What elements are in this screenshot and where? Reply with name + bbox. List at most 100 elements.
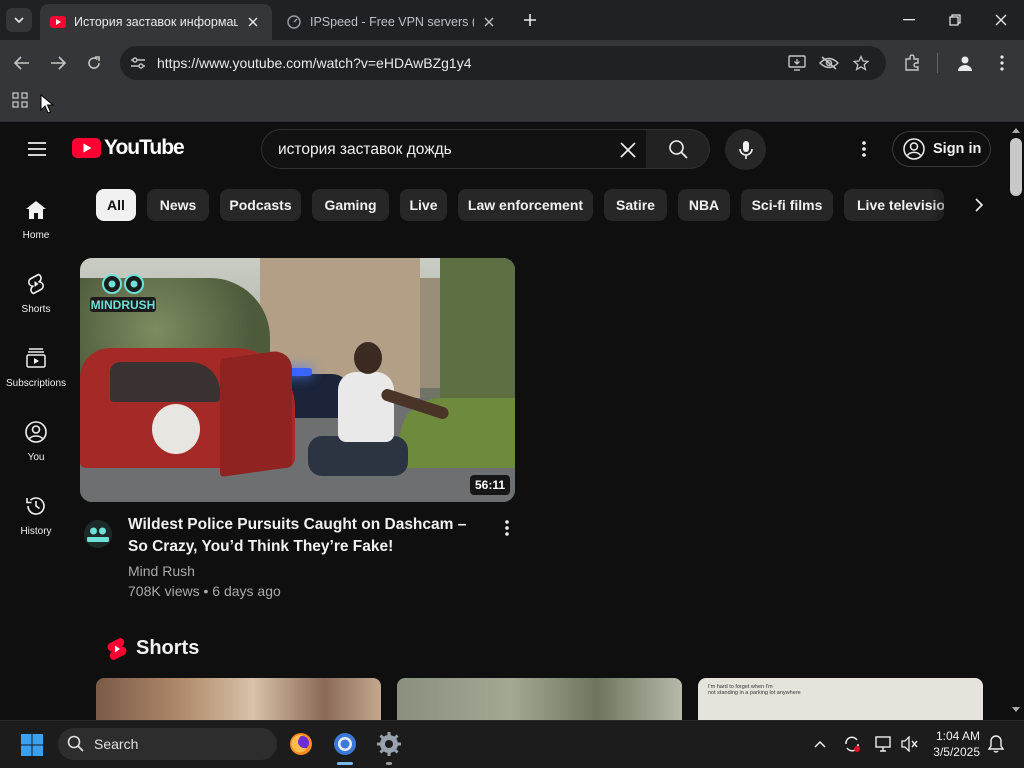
video-options-icon[interactable] [496,516,518,540]
search-icon [668,140,688,159]
scroll-up-icon[interactable] [1011,126,1021,134]
address-bar[interactable]: https://www.youtube.com/watch?v=eHDAwBZg… [120,46,886,80]
chevron-right-icon[interactable] [966,192,992,218]
shorts-icon [28,273,44,295]
voice-search-button[interactable] [725,129,766,170]
video-duration: 56:11 [470,475,511,495]
firefox-icon[interactable] [288,731,314,757]
scroll-down-icon[interactable] [1011,706,1021,714]
chip-nba[interactable]: NBA [678,189,730,221]
chip-satire[interactable]: Satire [604,189,667,221]
install-app-icon[interactable] [786,52,808,74]
scrollbar-thumb[interactable] [1010,138,1022,196]
search-query-text: история заставок дождь [278,141,452,158]
channel-avatar[interactable] [84,520,112,548]
chip-all[interactable]: All [96,189,136,221]
reload-icon[interactable] [81,50,107,76]
notifications-bell-icon[interactable] [986,734,1006,754]
extensions-icon[interactable] [900,51,924,75]
close-tab-icon[interactable] [244,13,262,31]
account-icon [903,138,925,160]
sidebar-item-you[interactable]: You [0,414,72,476]
sidebar-item-label: Subscriptions [5,378,67,389]
chip-gaming[interactable]: Gaming [312,189,389,221]
chips-fade [930,184,970,226]
tab-youtube[interactable]: История заставок информаци [40,4,272,40]
system-clock[interactable]: 1:04 AM 3/5/2025 [924,728,980,760]
network-icon[interactable] [874,734,894,754]
subscriptions-icon [26,348,46,368]
sidebar-item-shorts[interactable]: Shorts [0,266,72,328]
chip-podcasts[interactable]: Podcasts [220,189,301,221]
windows-start-icon[interactable] [20,733,44,757]
hamburger-menu-icon[interactable] [24,138,50,160]
chip-live[interactable]: Live [400,189,447,221]
youtube-logo[interactable]: YouTube [72,136,185,160]
sign-in-button[interactable]: Sign in [892,131,991,167]
back-icon[interactable] [9,50,35,76]
tab-search-icon[interactable] [6,8,32,32]
short-card[interactable] [96,678,381,720]
video-thumbnail[interactable]: MINDRUSH [80,258,515,502]
mouse-pointer-icon [40,94,54,114]
page-scrollbar[interactable] [1008,122,1024,720]
sidebar-item-home[interactable]: Home [0,192,72,254]
shorts-heading: Shorts [136,637,200,659]
sidebar-item-label: You [27,452,45,463]
video-meta: 708K views • 6 days ago [128,583,281,599]
settings-icon[interactable] [376,731,402,757]
taskbar-search[interactable]: Search [58,728,277,760]
tracking-protection-icon[interactable] [818,52,840,74]
sidebar-item-label: History [20,526,52,537]
volume-muted-icon[interactable] [900,734,920,754]
microphone-icon [738,140,753,159]
browser-toolbar: https://www.youtube.com/watch?v=eHDAwBZg… [0,40,1024,86]
url-text: https://www.youtube.com/watch?v=eHDAwBZg… [157,55,472,71]
site-info-icon[interactable] [126,51,150,75]
profile-icon[interactable] [953,51,977,75]
close-tab-icon[interactable] [480,13,498,31]
channel-name[interactable]: Mind Rush [128,563,195,579]
mindrush-logo: MINDRUSH [90,274,156,312]
short-card[interactable]: I'm hard to forget when I'm not standing… [698,678,983,720]
bookmark-star-icon[interactable] [850,52,872,74]
toolbar-divider [937,53,938,73]
sidebar-item-history[interactable]: History [0,488,72,550]
taskbar-search-label: Search [94,736,139,752]
restore-icon[interactable] [932,0,978,40]
youtube-logo-text: YouTube [104,136,185,159]
ipspeed-favicon-icon [286,14,302,30]
close-window-icon[interactable] [978,0,1024,40]
chip-sci-fi-films[interactable]: Sci-fi films [741,189,833,221]
chip-news[interactable]: News [147,189,209,221]
forward-icon[interactable] [45,50,71,76]
clock-date: 3/5/2025 [933,745,980,759]
settings-menu-icon[interactable] [852,136,876,162]
thumbnail-logo-text: MINDRUSH [91,298,156,312]
video-title[interactable]: Wildest Police Pursuits Caught on Dashca… [128,514,488,558]
short-card[interactable] [397,678,682,720]
apps-grid-icon[interactable] [12,92,30,110]
sidebar-item-label: Home [22,230,50,241]
new-tab-icon[interactable] [519,9,541,31]
shorts-logo-icon [107,638,127,660]
chip-law-enforcement[interactable]: Law enforcement [458,189,593,221]
tab-ipspeed[interactable]: IPSpeed - Free VPN servers (SSI [276,4,508,40]
minimize-icon[interactable] [886,0,932,40]
sync-icon[interactable] [842,734,862,754]
sidebar-item-subscriptions[interactable]: Subscriptions [0,340,72,402]
search-button[interactable] [646,129,710,169]
tab-title: История заставок информаци [74,15,238,29]
running-app-indicator [386,762,392,765]
chevron-up-icon[interactable] [810,734,830,754]
browser-menu-icon[interactable] [990,51,1014,75]
chrome-icon[interactable] [332,731,358,757]
active-app-indicator [337,762,353,765]
search-input[interactable]: история заставок дождь [261,129,647,169]
sign-in-label: Sign in [933,141,982,157]
search-icon [67,735,84,752]
chip-live-television[interactable]: Live televisio [844,189,944,221]
clear-search-icon[interactable] [616,138,640,162]
clock-time: 1:04 AM [935,729,980,743]
youtube-play-icon [72,138,101,158]
